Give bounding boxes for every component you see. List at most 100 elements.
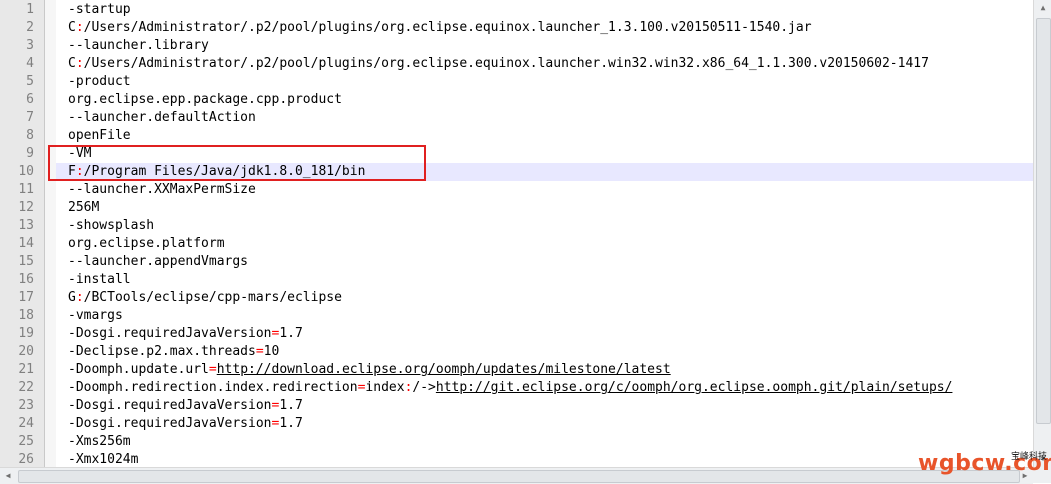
- text-token: 1.7: [279, 398, 303, 413]
- text-token: -Dosgi.requiredJavaVersion: [68, 326, 272, 341]
- code-line-text: -Doomph.redirection.index.redirection=in…: [68, 379, 952, 397]
- horizontal-scroll-thumb[interactable]: [18, 470, 1020, 483]
- code-line[interactable]: G:/BCTools/eclipse/cpp-mars/eclipse: [56, 289, 1033, 307]
- code-line-text: -Xms256m: [68, 433, 131, 451]
- code-line[interactable]: -startup: [56, 1, 1033, 19]
- code-line-text: 256M: [68, 199, 99, 217]
- scroll-up-icon[interactable]: ▲: [1034, 0, 1051, 16]
- code-line[interactable]: --launcher.appendVmargs: [56, 253, 1033, 271]
- code-line[interactable]: -Dosgi.requiredJavaVersion=1.7: [56, 325, 1033, 343]
- url-link[interactable]: http://download.eclipse.org/oomph/update…: [217, 362, 671, 377]
- code-line[interactable]: -Dosgi.requiredJavaVersion=1.7: [56, 415, 1033, 433]
- code-line-text: -product: [68, 73, 131, 91]
- code-line[interactable]: --launcher.library: [56, 37, 1033, 55]
- text-token: -Dosgi.requiredJavaVersion: [68, 416, 272, 431]
- text-token: org.eclipse.platform: [68, 236, 225, 251]
- code-line[interactable]: org.eclipse.epp.package.cpp.product: [56, 91, 1033, 109]
- code-line-text: -install: [68, 271, 131, 289]
- code-line-text: -vmargs: [68, 307, 123, 325]
- line-number: 16: [18, 272, 34, 287]
- text-token: G: [68, 290, 76, 305]
- code-line-text: org.eclipse.epp.package.cpp.product: [68, 91, 342, 109]
- text-token: org.eclipse.epp.package.cpp.product: [68, 92, 342, 107]
- text-token: --launcher.defaultAction: [68, 110, 256, 125]
- text-token: /->: [412, 380, 436, 395]
- text-token: -Doomph.update.url: [68, 362, 209, 377]
- code-line-text: openFile: [68, 127, 131, 145]
- code-line[interactable]: -Xms256m: [56, 433, 1033, 451]
- code-line[interactable]: --launcher.defaultAction: [56, 109, 1033, 127]
- code-line[interactable]: org.eclipse.platform: [56, 235, 1033, 253]
- fold-margin: [45, 0, 56, 467]
- code-line[interactable]: 256M: [56, 199, 1033, 217]
- code-line[interactable]: -showsplash: [56, 217, 1033, 235]
- code-line[interactable]: -Doomph.update.url=http://download.eclip…: [56, 361, 1033, 379]
- code-line[interactable]: -install: [56, 271, 1033, 289]
- line-number: 4: [26, 56, 34, 71]
- code-line-text: C:/Users/Administrator/.p2/pool/plugins/…: [68, 19, 812, 37]
- text-token: -Xms256m: [68, 434, 131, 449]
- text-token: 256M: [68, 200, 100, 215]
- line-number: 21: [18, 362, 34, 377]
- operator-token: =: [255, 344, 264, 359]
- line-number: 15: [18, 254, 34, 269]
- code-line-text: -Doomph.update.url=http://download.eclip…: [68, 361, 671, 379]
- line-number: 7: [26, 110, 34, 125]
- text-token: openFile: [68, 128, 131, 143]
- line-number: 3: [26, 38, 34, 53]
- text-token: /BCTools/eclipse/cpp-mars/eclipse: [83, 290, 342, 305]
- vertical-scrollbar[interactable]: ▲ ▼: [1033, 0, 1051, 467]
- line-number: 20: [18, 344, 34, 359]
- url-link[interactable]: http://git.eclipse.org/c/oomph/org.eclip…: [436, 380, 953, 395]
- code-line-text: G:/BCTools/eclipse/cpp-mars/eclipse: [68, 289, 342, 307]
- code-line[interactable]: C:/Users/Administrator/.p2/pool/plugins/…: [56, 19, 1033, 37]
- code-line-text: --launcher.XXMaxPermSize: [68, 181, 256, 199]
- code-line-text: -Dosgi.requiredJavaVersion=1.7: [68, 397, 303, 415]
- text-token: --launcher.XXMaxPermSize: [68, 182, 256, 197]
- operator-token: :: [75, 56, 84, 71]
- line-number: 5: [26, 74, 34, 89]
- code-line-text: -Dosgi.requiredJavaVersion=1.7: [68, 415, 303, 433]
- code-line-text: C:/Users/Administrator/.p2/pool/plugins/…: [68, 55, 929, 73]
- text-token: C: [68, 56, 76, 71]
- line-number: 6: [26, 92, 34, 107]
- line-number: 22: [18, 380, 34, 395]
- code-line[interactable]: -Declipse.p2.max.threads=10: [56, 343, 1033, 361]
- line-number: 19: [18, 326, 34, 341]
- code-line[interactable]: -vmargs: [56, 307, 1033, 325]
- annotation-highlight-box: [48, 145, 426, 181]
- line-number: 9: [26, 146, 34, 161]
- operator-token: =: [208, 362, 217, 377]
- code-line[interactable]: -product: [56, 73, 1033, 91]
- line-number: 17: [18, 290, 34, 305]
- watermark-logo: wgbcw.com 宝峰科技: [918, 451, 1051, 479]
- operator-token: :: [75, 290, 84, 305]
- operator-token: :: [75, 20, 84, 35]
- code-line-text: -Xmx1024m: [68, 451, 138, 467]
- horizontal-scrollbar[interactable]: ◀ ▶: [0, 467, 1033, 484]
- scroll-left-icon[interactable]: ◀: [0, 468, 16, 484]
- code-line[interactable]: openFile: [56, 127, 1033, 145]
- text-token: -Doomph.redirection.index.redirection: [68, 380, 358, 395]
- code-line-text: --launcher.library: [68, 37, 209, 55]
- code-line[interactable]: -Dosgi.requiredJavaVersion=1.7: [56, 397, 1033, 415]
- text-token: -vmargs: [68, 308, 123, 323]
- code-line[interactable]: -Doomph.redirection.index.redirection=in…: [56, 379, 1033, 397]
- code-line-text: -Dosgi.requiredJavaVersion=1.7: [68, 325, 303, 343]
- code-line-text: -Declipse.p2.max.threads=10: [68, 343, 279, 361]
- code-line-text: -showsplash: [68, 217, 154, 235]
- text-token: -Xmx1024m: [68, 452, 139, 467]
- vertical-scroll-thumb[interactable]: [1036, 18, 1051, 424]
- text-token: C: [68, 20, 76, 35]
- text-editor[interactable]: 1 2 3 4 5 6 7 8 9 10 11 12 13 14 15 16 17 18 19 20 21 22 23 24 2…: [0, 0, 1051, 484]
- line-number: 24: [18, 416, 34, 431]
- code-line[interactable]: C:/Users/Administrator/.p2/pool/plugins/…: [56, 55, 1033, 73]
- text-token: 1.7: [279, 326, 303, 341]
- text-token: -showsplash: [68, 218, 155, 233]
- line-number: 14: [18, 236, 34, 251]
- line-number: 13: [18, 218, 34, 233]
- line-number: 10: [18, 164, 34, 179]
- code-line[interactable]: -Xmx1024m: [56, 451, 1033, 467]
- code-area[interactable]: -startup C:/Users/Administrator/.p2/pool/…: [56, 0, 1033, 467]
- code-line[interactable]: --launcher.XXMaxPermSize: [56, 181, 1033, 199]
